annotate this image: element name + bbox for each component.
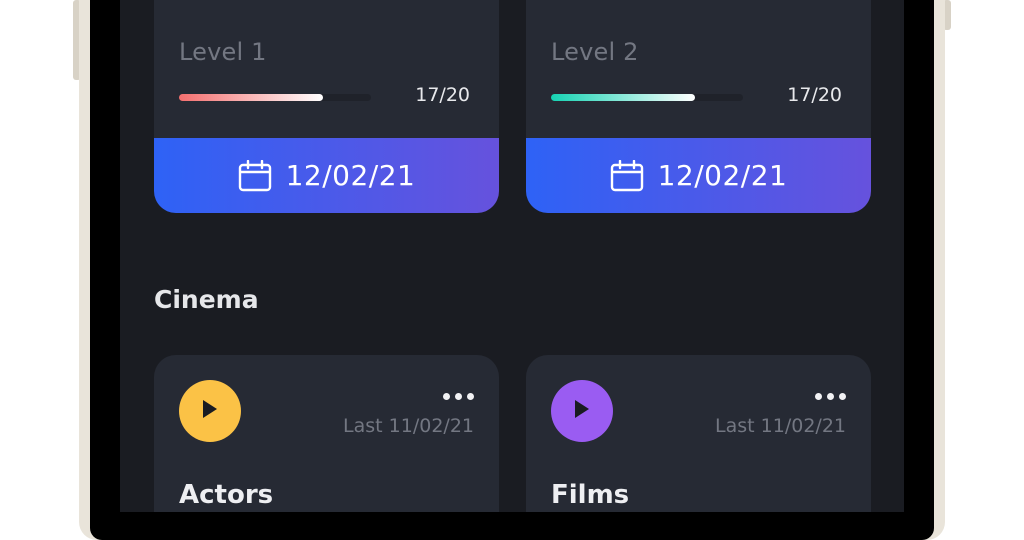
category-card-films[interactable]: Last 11/02/21 Films (526, 355, 871, 512)
app-screen: Level 1 17/20 12/02/21 Level 2 17/20 12/… (120, 0, 904, 512)
progress-bar (179, 94, 371, 101)
level-count: 17/20 (415, 84, 470, 106)
play-button[interactable] (179, 380, 241, 442)
category-title: Actors (179, 480, 274, 510)
level-card-2[interactable]: Level 2 17/20 12/02/21 (526, 0, 871, 213)
level-title: Level 2 (551, 38, 639, 66)
last-date: Last 11/02/21 (343, 415, 474, 437)
last-date: Last 11/02/21 (715, 415, 846, 437)
category-title: Films (551, 480, 630, 510)
progress-bar (551, 94, 743, 101)
play-icon (572, 398, 592, 424)
more-icon[interactable] (815, 393, 846, 400)
progress-fill (551, 94, 695, 101)
date-text: 12/02/21 (285, 159, 416, 192)
date-text: 12/02/21 (657, 159, 788, 192)
category-card-actors[interactable]: Last 11/02/21 Actors (154, 355, 499, 512)
date-band[interactable]: 12/02/21 (154, 138, 499, 213)
section-title: Cinema (154, 285, 259, 314)
calendar-icon (610, 159, 644, 192)
level-count: 17/20 (787, 84, 842, 106)
more-icon[interactable] (443, 393, 474, 400)
level-card-1[interactable]: Level 1 17/20 12/02/21 (154, 0, 499, 213)
play-button[interactable] (551, 380, 613, 442)
date-band[interactable]: 12/02/21 (526, 138, 871, 213)
progress-fill (179, 94, 323, 101)
level-title: Level 1 (179, 38, 267, 66)
calendar-icon (238, 159, 272, 192)
play-icon (200, 398, 220, 424)
